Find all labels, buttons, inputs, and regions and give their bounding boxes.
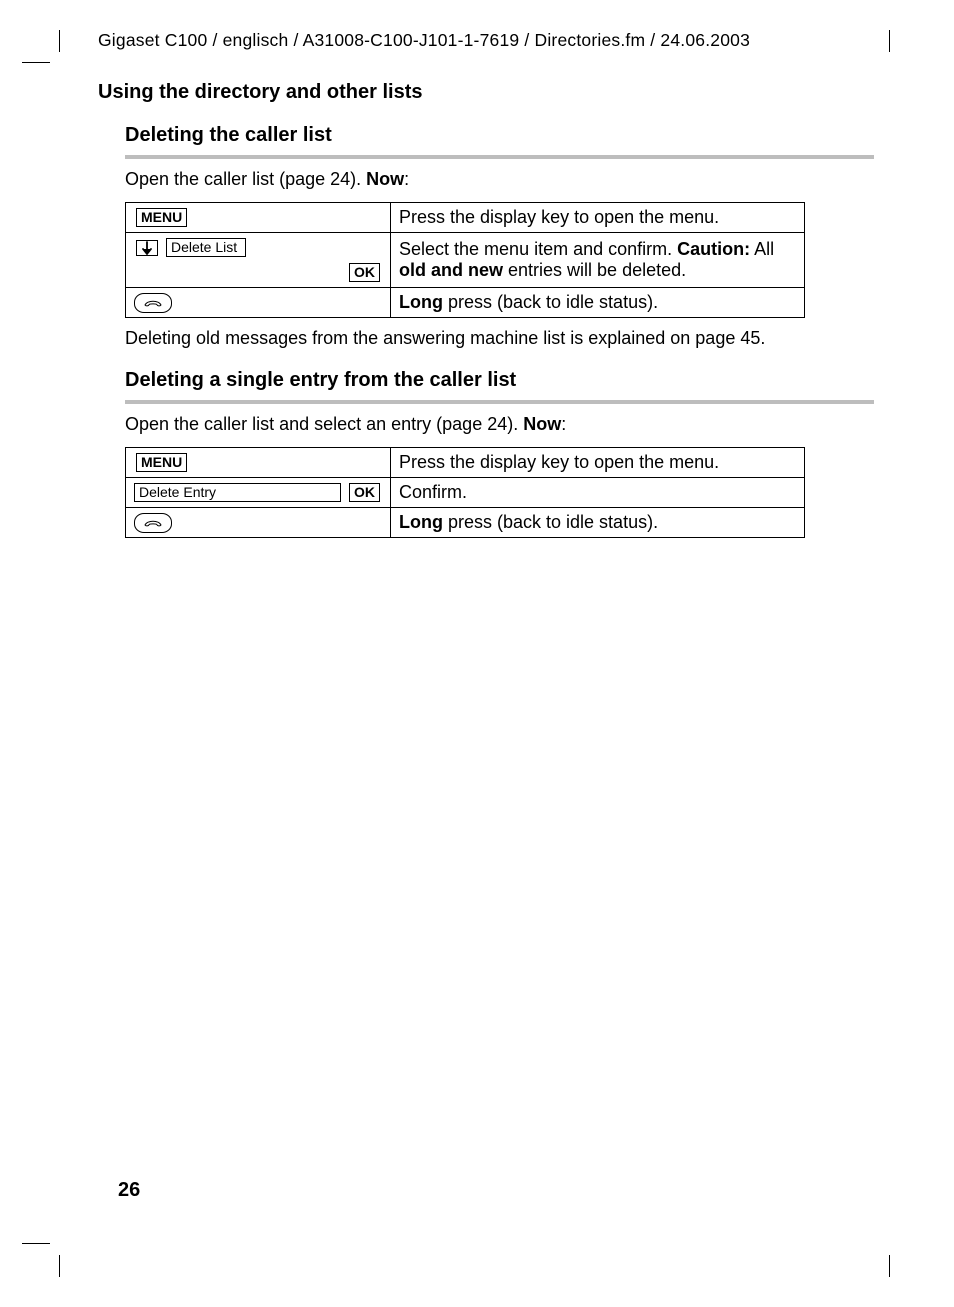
key-sequence: Delete List OK [134, 237, 382, 283]
intro-bold: Now [523, 414, 561, 434]
desc-bold: Long [399, 512, 443, 532]
table-row: Long press (back to idle status). [126, 508, 805, 538]
subheading-delete-single-entry: Deleting a single entry from the caller … [125, 369, 874, 392]
crop-mark [889, 1255, 890, 1277]
desc-text: Select the menu item and confirm. [399, 239, 677, 259]
intro-plain: Open the caller list and select an entry… [125, 414, 523, 434]
desc-bold: Long [399, 292, 443, 312]
step-description: Press the display key to open the menu. [391, 203, 805, 233]
hangup-key-icon [134, 513, 172, 533]
section-title: Using the directory and other lists [98, 81, 874, 104]
menu-key: MENU [136, 453, 187, 472]
crop-mark [59, 1255, 60, 1277]
menu-item-label: Delete List [166, 238, 246, 257]
content-area: Deleting the caller list Open the caller… [125, 124, 874, 538]
desc-text: entries will be deleted. [503, 260, 686, 280]
step-description: Press the display key to open the menu. [391, 448, 805, 478]
manual-page: Gigaset C100 / englisch / A31008-C100-J1… [0, 0, 954, 1307]
table-row: Delete List OK Select the menu item and … [126, 233, 805, 288]
ok-key: OK [349, 263, 380, 282]
crop-mark [59, 30, 60, 52]
desc-bold: old and new [399, 260, 503, 280]
intro-plain: Open the caller list (page 24). [125, 169, 366, 189]
crop-mark [22, 1243, 50, 1244]
table-row: MENU Press the display key to open the m… [126, 203, 805, 233]
hangup-key-icon [134, 293, 172, 313]
table-row: Long press (back to idle status). [126, 288, 805, 318]
instruction-table-2: MENU Press the display key to open the m… [125, 447, 805, 538]
divider [125, 155, 874, 159]
ok-key: OK [349, 483, 380, 502]
key-sequence: Delete Entry OK [134, 482, 382, 503]
desc-text: All [750, 239, 774, 259]
table-row: MENU Press the display key to open the m… [126, 448, 805, 478]
step-description: Long press (back to idle status). [391, 508, 805, 538]
intro-tail: : [404, 169, 409, 189]
menu-key: MENU [136, 208, 187, 227]
down-arrow-key [136, 240, 158, 256]
divider [125, 400, 874, 404]
header-path: Gigaset C100 / englisch / A31008-C100-J1… [98, 30, 874, 51]
page-number: 26 [118, 1179, 140, 1202]
step-description: Long press (back to idle status). [391, 288, 805, 318]
intro-tail: : [561, 414, 566, 434]
instruction-table-1: MENU Press the display key to open the m… [125, 202, 805, 318]
desc-text: press (back to idle status). [443, 512, 658, 532]
footnote-text: Deleting old messages from the answering… [125, 328, 874, 349]
crop-mark [889, 30, 890, 52]
intro-text: Open the caller list (page 24). Now: [125, 169, 874, 190]
subheading-delete-caller-list: Deleting the caller list [125, 124, 874, 147]
desc-bold: Caution: [677, 239, 750, 259]
crop-mark [22, 62, 50, 63]
desc-text: press (back to idle status). [443, 292, 658, 312]
menu-item-label: Delete Entry [134, 483, 341, 502]
intro-text: Open the caller list and select an entry… [125, 414, 874, 435]
table-row: Delete Entry OK Confirm. [126, 478, 805, 508]
intro-bold: Now [366, 169, 404, 189]
step-description: Confirm. [391, 478, 805, 508]
step-description: Select the menu item and confirm. Cautio… [391, 233, 805, 288]
